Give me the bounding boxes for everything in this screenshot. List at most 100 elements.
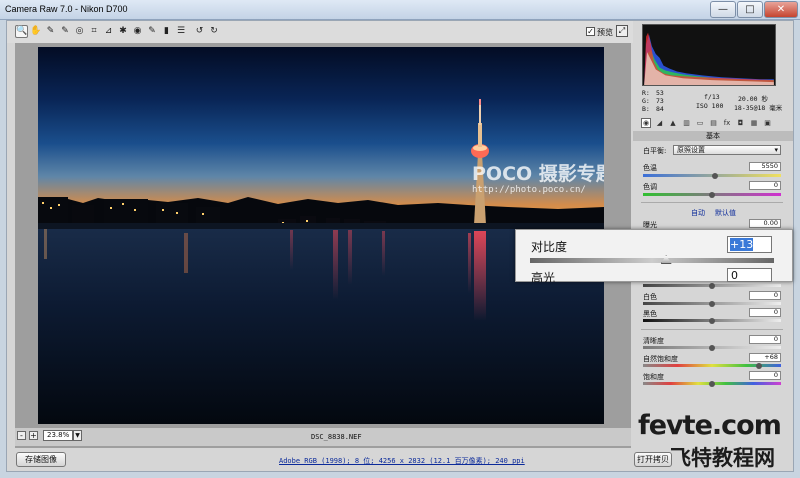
brand-domain: fevte.com xyxy=(638,410,782,441)
lens-corrections-icon[interactable]: ▤ xyxy=(709,118,719,128)
slider-thumb[interactable] xyxy=(709,192,715,198)
close-button[interactable]: ✕ xyxy=(764,1,798,18)
rotate-right-icon[interactable]: ↻ xyxy=(208,25,221,38)
preview-label: 预览 xyxy=(597,28,613,37)
split-toning-icon[interactable]: ▭ xyxy=(695,118,705,128)
default-link[interactable]: 默认值 xyxy=(715,208,736,218)
tone-curve-icon[interactable]: ◢ xyxy=(655,118,665,128)
temperature-slider[interactable] xyxy=(643,173,781,179)
detail-icon[interactable]: ▲ xyxy=(668,118,678,128)
shadows-slider[interactable] xyxy=(643,283,781,289)
clarity-field[interactable]: 0 xyxy=(749,335,781,344)
straighten-icon[interactable]: ⊿ xyxy=(102,25,115,38)
contrast-slider[interactable] xyxy=(530,258,774,263)
g-label: G: xyxy=(642,97,650,105)
save-image-button[interactable]: 存储图像 xyxy=(16,452,66,467)
whites-label: 白色 xyxy=(643,293,657,301)
exposure-field[interactable]: 0.00 xyxy=(749,219,781,228)
histogram xyxy=(642,24,776,86)
hsl-icon[interactable]: ▥ xyxy=(682,118,692,128)
slider-thumb[interactable] xyxy=(709,345,715,351)
contrast-label: 对比度 xyxy=(531,240,568,254)
window-title: Camera Raw 7.0 - Nikon D700 xyxy=(5,4,128,14)
red-eye-icon[interactable]: ◉ xyxy=(131,25,144,38)
zoom-in-button[interactable]: + xyxy=(29,431,38,440)
presets-icon[interactable]: ▦ xyxy=(749,118,759,128)
iso: ISO 100 xyxy=(696,102,724,110)
white-balance-icon[interactable]: ✎ xyxy=(44,25,57,38)
slider-thumb[interactable] xyxy=(711,173,718,179)
b-label: B: xyxy=(642,105,650,113)
aperture: f/13 xyxy=(704,93,720,101)
saturation-slider[interactable] xyxy=(643,381,781,387)
watermark-logo: POCO 摄影专题 xyxy=(472,163,604,185)
contrast-field[interactable]: +13 xyxy=(727,236,772,253)
saturation-label: 饱和度 xyxy=(643,373,664,381)
adjustment-brush-icon[interactable]: ✎ xyxy=(146,25,159,38)
tint-field[interactable]: 0 xyxy=(749,181,781,190)
basic-icon[interactable]: ◉ xyxy=(641,118,651,128)
contrast-callout-zoom: 对比度 +13 高光 0 xyxy=(515,229,793,282)
vibrance-field[interactable]: +68 xyxy=(749,353,781,362)
white-balance-value: 原照设置 xyxy=(677,146,705,154)
highlights-field[interactable]: 0 xyxy=(727,268,772,282)
preview-checkbox[interactable]: ✓ xyxy=(586,27,595,36)
zoom-level-field[interactable]: 23.8% xyxy=(43,430,73,441)
camera-calibration-icon[interactable]: ◘ xyxy=(736,118,746,128)
snapshots-icon[interactable]: ▣ xyxy=(763,118,773,128)
brand-name: 飞特教程网 xyxy=(670,446,775,470)
white-balance-label: 白平衡: xyxy=(643,147,667,155)
effects-icon[interactable]: fx xyxy=(722,118,732,128)
blacks-field[interactable]: 0 xyxy=(749,308,781,317)
clarity-label: 清晰度 xyxy=(643,337,664,345)
r-label: R: xyxy=(642,89,650,97)
clarity-slider[interactable] xyxy=(643,345,781,351)
watermark-url: http://photo.poco.cn/ xyxy=(472,185,586,195)
b-value: 84 xyxy=(656,105,664,113)
rotate-left-icon[interactable]: ↺ xyxy=(193,25,206,38)
status-bar: - + 23.8% ▼ DSC_8838.NEF xyxy=(15,428,631,446)
contrast-value: +13 xyxy=(730,238,754,251)
vibrance-label: 自然饱和度 xyxy=(643,355,678,363)
zoom-icon[interactable]: 🔍 xyxy=(15,25,28,38)
blacks-slider[interactable] xyxy=(643,318,781,324)
whites-field[interactable]: 0 xyxy=(749,291,781,300)
chevron-down-icon: ▾ xyxy=(774,146,778,154)
divider xyxy=(641,202,783,203)
zoom-dropdown-icon[interactable]: ▼ xyxy=(73,430,82,441)
maximize-button[interactable]: □ xyxy=(737,1,763,18)
rgb-readout: R: 53 G: 73 B: 84 f/13 20.00 秒 ISO 100 1… xyxy=(642,87,792,115)
whites-slider[interactable] xyxy=(643,301,781,307)
slider-thumb[interactable] xyxy=(709,381,715,387)
divider xyxy=(641,329,783,330)
slider-thumb[interactable] xyxy=(755,363,762,369)
white-balance-select[interactable]: 原照设置 ▾ xyxy=(673,145,781,155)
auto-link[interactable]: 自动 xyxy=(691,208,705,218)
slider-thumb[interactable] xyxy=(709,283,715,289)
spot-removal-icon[interactable]: ✱ xyxy=(117,25,130,38)
fullscreen-icon[interactable]: ⤢ xyxy=(616,25,628,37)
vibrance-slider[interactable] xyxy=(643,363,781,369)
highlights-label: 高光 xyxy=(531,271,556,282)
minimize-button[interactable]: — xyxy=(710,1,736,18)
file-name: DSC_8838.NEF xyxy=(311,433,362,441)
lens: 18-35@18 毫米 xyxy=(734,104,783,112)
graduated-filter-icon[interactable]: ▮ xyxy=(160,25,173,38)
temperature-field[interactable]: 5550 xyxy=(749,162,781,171)
tint-label: 色调 xyxy=(643,183,657,191)
saturation-field[interactable]: 0 xyxy=(749,371,781,380)
hand-icon[interactable]: ✋ xyxy=(30,25,43,38)
workflow-options-link[interactable]: Adobe RGB (1998); 8 位; 4256 x 2832 (12.1… xyxy=(279,456,525,466)
blacks-label: 黑色 xyxy=(643,310,657,318)
preferences-icon[interactable]: ☰ xyxy=(175,25,188,38)
slider-thumb[interactable] xyxy=(709,318,715,324)
g-value: 73 xyxy=(656,97,664,105)
r-value: 53 xyxy=(656,89,664,97)
crop-icon[interactable]: ⌗ xyxy=(88,25,101,38)
slider-thumb[interactable] xyxy=(709,301,715,307)
color-sampler-icon[interactable]: ✎ xyxy=(59,25,72,38)
tint-slider[interactable] xyxy=(643,192,781,198)
zoom-out-button[interactable]: - xyxy=(17,431,26,440)
target-adjust-icon[interactable]: ◎ xyxy=(73,25,86,38)
panel-tabs: ◉ ◢ ▲ ▥ ▭ ▤ fx ◘ ▦ ▣ xyxy=(633,117,793,130)
